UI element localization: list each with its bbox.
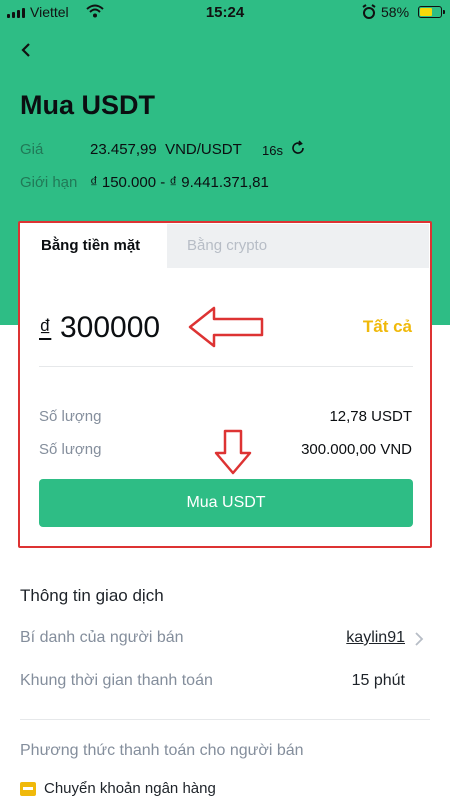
quantity-usdt-label: Số lượng [39, 408, 102, 425]
payment-method-bank-transfer: Chuyển khoản ngân hàng [44, 780, 216, 797]
tab-crypto[interactable]: Bằng crypto [167, 224, 429, 268]
chevron-right-icon [415, 632, 424, 646]
seller-alias-link[interactable]: kaylin91 [346, 629, 405, 647]
price-label: Giá [20, 141, 44, 158]
quantity-vnd-value: 300.000,00 VND [301, 441, 412, 458]
payment-window-label: Khung thời gian thanh toán [20, 672, 213, 689]
divider [39, 366, 413, 367]
amount-input[interactable]: 300000 [60, 311, 160, 345]
quantity-vnd-label: Số lượng [39, 441, 102, 458]
seller-alias-label: Bí danh của người bán [20, 629, 184, 646]
select-all-button[interactable]: Tất cả [363, 317, 412, 337]
transaction-info-title: Thông tin giao dịch [20, 586, 164, 605]
price-value: 23.457,99 VND/USDT [90, 141, 242, 158]
buy-card: Bằng tiền mặt Bằng crypto ₫ 300000 Tất c… [18, 221, 432, 548]
payment-window-value: 15 phút [351, 672, 405, 689]
annotation-arrow-down-icon [214, 429, 252, 475]
battery-percentage: 58% [381, 4, 410, 20]
currency-symbol: ₫ [39, 315, 52, 342]
price-timer: 16s [262, 143, 283, 158]
payment-tabs: Bằng tiền mặt Bằng crypto [21, 224, 429, 268]
tab-cash[interactable]: Bằng tiền mặt [21, 224, 167, 268]
limit-label: Giới hạn [20, 174, 78, 191]
payment-method-title: Phương thức thanh toán cho người bán [20, 742, 304, 759]
chevron-left-icon [21, 43, 30, 57]
divider [20, 719, 430, 720]
bank-card-icon [20, 782, 36, 796]
back-button[interactable] [14, 38, 38, 62]
battery-icon [418, 6, 445, 18]
limit-value: ₫ 150.000 - ₫ 9.441.371,81 [90, 174, 269, 191]
page-title: Mua USDT [20, 90, 155, 120]
refresh-icon[interactable] [290, 140, 306, 156]
status-bar: Viettel 15:24 58% [0, 0, 450, 26]
buy-usdt-button[interactable]: Mua USDT [39, 479, 413, 527]
quantity-usdt-value: 12,78 USDT [329, 408, 412, 425]
alarm-icon [362, 4, 376, 19]
annotation-arrow-left-icon [188, 306, 264, 348]
